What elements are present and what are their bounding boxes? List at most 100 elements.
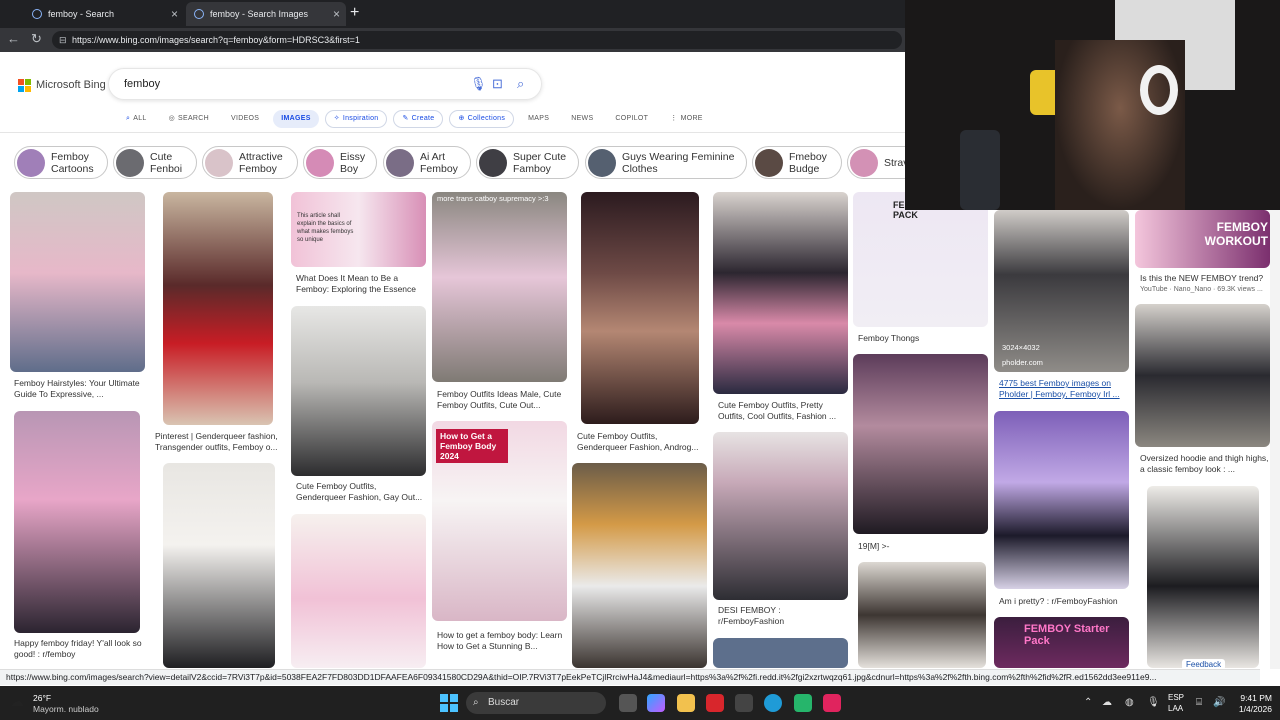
chip-attractive-femboy[interactable]: Attractive Femboy [202,146,298,179]
image-caption[interactable]: Femboy Hairstyles: Your Ultimate Guide T… [14,378,144,400]
clock-time[interactable]: 9:41 PM [1236,693,1272,703]
tray-icon[interactable]: ◍ [1125,697,1134,708]
image-result[interactable] [713,432,848,600]
app-icon[interactable] [735,694,753,712]
image-caption[interactable]: 4775 best Femboy images on Pholder | Fem… [999,378,1129,400]
image-result[interactable]: FEMBOY WORKOUT [1135,210,1270,268]
image-result[interactable] [858,562,986,668]
image-result[interactable] [1147,486,1259,668]
image-caption[interactable]: Cute Femboy Outfits, Genderqueer Fashion… [577,431,707,453]
antivirus-icon[interactable] [706,694,724,712]
scope-images[interactable]: IMAGES [273,110,319,128]
scope-collections[interactable]: ⊕ Collections [449,110,515,128]
copilot-icon[interactable] [647,694,665,712]
image-caption[interactable]: Pinterest | Genderqueer fashion, Transge… [155,431,285,453]
tiktok-icon[interactable] [823,694,841,712]
network-icon[interactable]: ⌸ [1196,697,1202,708]
back-icon[interactable]: ← [7,31,20,46]
image-result[interactable]: FEMBOY Starter Pack [994,617,1129,668]
image-caption[interactable]: Cute Femboy Outfits, Genderqueer Fashion… [296,481,426,503]
app-icon[interactable] [794,694,812,712]
image-source[interactable]: pholder.com [1002,358,1043,367]
image-result[interactable] [163,463,275,668]
image-result[interactable] [581,192,699,424]
taskbar-search[interactable]: ⌕ Buscar [466,692,606,714]
reload-icon[interactable]: ↻ [31,31,42,47]
image-caption[interactable]: Am i pretty? : r/FemboyFashion [999,596,1129,608]
task-view-icon[interactable] [619,694,637,712]
edge-icon[interactable] [764,694,782,712]
search-icon[interactable]: ⌕ [517,76,524,92]
tab-search[interactable]: femboy - Search × [24,2,184,26]
image-result[interactable] [10,192,145,372]
tray-chevron-icon[interactable]: ⌃ [1084,697,1092,708]
image-caption[interactable]: How to get a femboy body: Learn How to G… [437,630,567,652]
chip-eissy-boy[interactable]: Eissy Boy [303,146,377,179]
image-result[interactable] [14,411,140,633]
chip-thumbnail [850,148,878,177]
chip-ai-art-femboy[interactable]: Ai Art Femboy [383,146,471,179]
site-info-icon[interactable]: ⊟ [59,31,67,49]
image-result[interactable] [853,354,988,534]
windows-start-icon[interactable] [440,694,458,712]
scope-news[interactable]: NEWS [563,110,601,128]
image-caption[interactable]: What Does It Mean to Be a Femboy: Explor… [296,273,426,295]
image-result[interactable] [1135,304,1270,447]
image-result[interactable]: FEMBOY STARTER PACK [853,192,988,327]
image-result[interactable] [713,192,848,394]
scope-copilot[interactable]: COPILOT [607,110,656,128]
new-tab-button[interactable]: + [350,4,359,22]
image-result[interactable] [163,192,273,425]
image-caption[interactable]: Happy femboy friday! Y'all look so good!… [14,638,144,660]
scope-all[interactable]: ⌕ ALL [118,110,155,128]
scrollbar[interactable] [1270,210,1280,669]
scope-search[interactable]: ◎ SEARCH [161,110,217,128]
language-indicator[interactable]: ESP [1168,693,1184,702]
file-explorer-icon[interactable] [677,694,695,712]
tray-icon[interactable]: ☁ [1102,697,1112,708]
scope-maps[interactable]: MAPS [520,110,557,128]
tab-search-images[interactable]: femboy - Search Images × [186,2,346,26]
image-caption[interactable]: Femboy Outfits Ideas Male, Cute Femboy O… [437,389,567,411]
bing-logo[interactable]: Microsoft Bing [18,77,106,93]
chip-cute-fenboi[interactable]: Cute Fenboi [113,146,197,179]
image-result[interactable] [572,463,707,668]
image-result[interactable]: 3024×4032 pholder.com [994,210,1129,372]
scope-inspiration[interactable]: ✧ Inspiration [324,110,388,128]
image-meta: YouTube · Nano_Nano · 69.3K views ... [1140,286,1263,293]
weather-icon[interactable]: ☁ [10,693,24,710]
image-result[interactable]: How to Get a Femboy Body 2024 [432,421,567,621]
image-caption[interactable]: 19[M] >- [858,541,988,553]
image-result[interactable] [291,306,426,476]
weather-desc[interactable]: Mayorm. nublado [33,704,99,714]
scope-label: MAPS [528,115,550,122]
scope-more[interactable]: ⋮ MORE [662,110,711,128]
image-caption[interactable]: Oversized hoodie and thigh highs, a clas… [1140,453,1270,475]
image-caption[interactable]: DESI FEMBOY : r/FemboyFashion [718,605,848,627]
image-result[interactable] [713,638,848,668]
volume-icon[interactable]: 🔊 [1213,697,1225,708]
chip-super-cute-famboy[interactable]: Super Cute Famboy [476,146,579,179]
visual-search-icon[interactable]: ⊡ [492,76,503,92]
scope-create[interactable]: ✎ Create [393,110,444,128]
address-bar[interactable]: ⊟ https://www.bing.com/images/search?q=f… [52,31,902,49]
close-icon[interactable]: × [333,2,340,26]
image-result[interactable] [994,411,1129,589]
image-caption[interactable]: Cute Femboy Outfits, Pretty Outfits, Coo… [718,400,848,422]
image-result[interactable]: more trans catboy supremacy >:3 [432,192,567,382]
image-caption[interactable]: Femboy Thongs [858,333,988,345]
keyboard-layout[interactable]: LAA [1168,704,1183,713]
clock-date[interactable]: 1/4/2026 [1232,704,1272,714]
image-result[interactable]: This article shall explain the basics of… [291,192,426,267]
scope-videos[interactable]: VIDEOS [223,110,267,128]
divider [0,132,905,133]
mic-icon[interactable]: 🎙 [1147,697,1160,708]
image-result[interactable] [291,514,426,668]
chip-guys-wearing-feminine-clothes[interactable]: Guys Wearing Feminine Clothes [585,146,747,179]
weather-temp[interactable]: 26°F [33,693,51,703]
chip-fmeboy-budge[interactable]: Fmeboy Budge [752,146,842,179]
microphone-icon[interactable]: 🎙 [470,76,487,92]
chip-label: Ai Art Femboy [420,150,458,175]
close-icon[interactable]: × [171,2,178,26]
chip-femboy-cartoons[interactable]: Femboy Cartoons [14,146,108,179]
